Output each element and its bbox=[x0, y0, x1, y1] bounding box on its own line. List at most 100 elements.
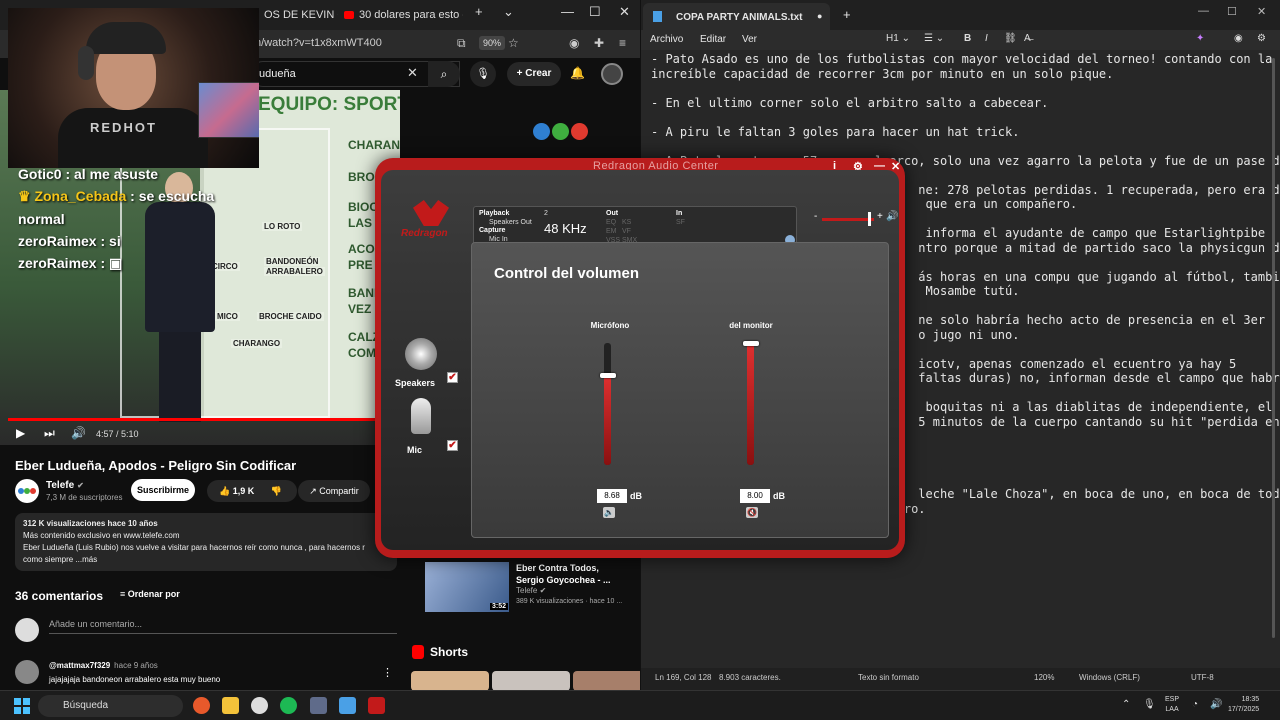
tray-chevron-icon[interactable]: ⌃ bbox=[1122, 699, 1130, 710]
search-icon[interactable]: ⌕ bbox=[428, 61, 460, 87]
menu-archivo[interactable]: Archivo bbox=[650, 34, 683, 45]
speaker-device-icon[interactable] bbox=[405, 338, 437, 370]
screen-icon[interactable]: ⧉ bbox=[457, 36, 466, 51]
video-progress-bar[interactable] bbox=[8, 418, 392, 421]
notepad-scrollbar[interactable] bbox=[1272, 58, 1275, 638]
maximize-icon[interactable]: ☐ bbox=[1227, 5, 1237, 18]
thumbs-down-icon[interactable]: 👎 bbox=[271, 486, 282, 496]
close-icon[interactable]: ✕ bbox=[1257, 5, 1266, 18]
extensions-icon[interactable]: ✚ bbox=[594, 36, 604, 50]
settings-gear-icon[interactable]: ⚙ bbox=[1257, 33, 1266, 44]
short-thumbnail[interactable] bbox=[573, 671, 640, 690]
browser-menu-icon[interactable]: ≡ bbox=[619, 36, 626, 50]
sort-comments-button[interactable]: ≡ Ordenar por bbox=[120, 589, 180, 599]
minimize-icon[interactable]: — bbox=[1198, 5, 1209, 17]
zoom-level[interactable]: 120% bbox=[1034, 673, 1054, 682]
recommended-title[interactable]: Eber Contra Todos, Sergio Goycochea - ..… bbox=[516, 562, 626, 586]
taskbar-search[interactable]: Búsqueda bbox=[38, 695, 183, 717]
notepad-tab-bar: COPA PARTY ANIMALS.txt ● + — ☐ ✕ bbox=[641, 0, 1280, 30]
mic-checkbox[interactable]: ✔ bbox=[447, 440, 458, 451]
next-icon[interactable]: ⏭ bbox=[44, 426, 55, 441]
menu-editar[interactable]: Editar bbox=[700, 34, 726, 45]
notifications-bell-icon[interactable]: 🔔 bbox=[570, 66, 585, 80]
new-tab-icon[interactable]: + bbox=[475, 4, 483, 19]
italic-icon[interactable]: I bbox=[985, 33, 988, 44]
master-volume-knob[interactable] bbox=[867, 212, 871, 226]
comment-menu-icon[interactable]: ⋮ bbox=[382, 666, 393, 679]
channel-name[interactable]: Telefe ✔ bbox=[46, 480, 84, 491]
volume-icon[interactable]: 🔊 bbox=[1210, 699, 1222, 710]
url-field[interactable]: n/watch?v=t1x8xmWT400 bbox=[255, 37, 382, 49]
video-description[interactable]: 312 K visualizaciones hace 10 años Más c… bbox=[15, 513, 397, 571]
clear-format-icon[interactable]: A̶ bbox=[1024, 33, 1031, 44]
redragon-body: Redragon Playback Speakers Out Capture M… bbox=[381, 170, 899, 550]
copilot-icon[interactable]: ✦ bbox=[1196, 33, 1204, 44]
windows-start-icon[interactable] bbox=[14, 698, 30, 714]
profile-sync-icon[interactable]: ◉ bbox=[569, 36, 579, 50]
notepad-icon[interactable] bbox=[339, 697, 356, 714]
network-icon[interactable]: ◔ bbox=[1192, 699, 1198, 710]
microphone-fader-thumb[interactable] bbox=[600, 372, 616, 378]
obs-icon[interactable] bbox=[251, 697, 268, 714]
like-button[interactable]: 👍 1,9 K 👎 bbox=[207, 480, 297, 502]
firefox-icon[interactable] bbox=[193, 697, 210, 714]
chat-message: ♛ Zona_Cebada : se escucha bbox=[18, 188, 248, 205]
play-icon[interactable]: ▶ bbox=[16, 426, 25, 440]
microphone-mute-icon[interactable]: 🔈 bbox=[603, 507, 615, 518]
notepad-tab[interactable]: COPA PARTY ANIMALS.txt ● bbox=[643, 3, 830, 30]
share-button[interactable]: ↗ Compartir bbox=[298, 480, 370, 502]
clear-search-icon[interactable]: ✕ bbox=[407, 65, 418, 81]
zoom-indicator[interactable]: 90% bbox=[479, 36, 506, 50]
microphone-fader[interactable] bbox=[604, 343, 611, 465]
clock[interactable]: 18:35 17/7/2025 bbox=[1228, 695, 1259, 715]
short-thumbnail[interactable] bbox=[411, 671, 489, 690]
speakers-checkbox[interactable]: ✔ bbox=[447, 372, 458, 383]
account-avatar[interactable] bbox=[601, 63, 623, 85]
plus-icon[interactable]: + bbox=[877, 211, 883, 222]
commenter-avatar[interactable] bbox=[15, 660, 39, 684]
close-icon[interactable]: ✕ bbox=[619, 4, 630, 20]
user-avatar bbox=[15, 618, 39, 642]
app-icon[interactable] bbox=[310, 697, 327, 714]
browser-tab-2[interactable]: 30 dolares para esto - YouT bbox=[338, 4, 463, 26]
new-tab-icon[interactable]: + bbox=[843, 7, 851, 22]
voice-search-icon[interactable]: 🎙 bbox=[470, 61, 496, 87]
master-volume-slider[interactable]: - + 🔊 bbox=[806, 211, 898, 228]
redragon-icon[interactable] bbox=[368, 697, 385, 714]
maximize-icon[interactable]: ☐ bbox=[589, 4, 601, 20]
unsaved-dot-icon[interactable]: ● bbox=[817, 11, 822, 21]
tab-list-chevron-icon[interactable]: ⌄ bbox=[503, 4, 514, 20]
bold-icon[interactable]: B bbox=[964, 33, 971, 44]
subscribe-button[interactable]: Suscribirme bbox=[131, 479, 195, 501]
minus-icon[interactable]: - bbox=[814, 211, 817, 222]
monitor-fader[interactable] bbox=[747, 343, 754, 465]
like-count: 1,9 K bbox=[232, 486, 255, 496]
bookmark-star-icon[interactable]: ☆ bbox=[508, 36, 519, 50]
list-icon[interactable]: ☰ ⌄ bbox=[924, 33, 944, 44]
volume-control-panel: Control del volumen Micrófono 8.68 dB 🔈 … bbox=[471, 242, 889, 538]
file-explorer-icon[interactable] bbox=[222, 697, 239, 714]
minimize-icon[interactable]: — bbox=[561, 4, 574, 19]
microphone-icon[interactable]: 🎙 bbox=[1143, 699, 1156, 710]
short-thumbnail[interactable] bbox=[492, 671, 570, 690]
speakers-out-label: Speakers Out bbox=[489, 219, 532, 226]
language-indicator[interactable]: ESP LAA bbox=[1165, 695, 1179, 715]
microphone-device-icon[interactable] bbox=[411, 398, 431, 434]
chat-text: : al me asuste bbox=[65, 166, 159, 182]
comment-input[interactable]: Añade un comentario... bbox=[49, 619, 397, 634]
monitor-fader-thumb[interactable] bbox=[743, 341, 759, 346]
comment-author[interactable]: @mattmax7f329 hace 9 años bbox=[49, 661, 158, 670]
monitor-db-input[interactable]: 8.00 bbox=[740, 489, 770, 503]
link-icon[interactable]: ⛓ bbox=[1004, 33, 1017, 44]
account-icon[interactable]: ◉ bbox=[1234, 33, 1243, 44]
create-button[interactable]: + Crear bbox=[507, 62, 561, 86]
heading-dropdown[interactable]: H1 ⌄ bbox=[886, 33, 910, 44]
monitor-mute-icon[interactable]: 🔇 bbox=[746, 507, 758, 518]
browser-tab-1[interactable]: OS DE KEVIN C bbox=[258, 4, 338, 26]
spotify-icon[interactable] bbox=[280, 697, 297, 714]
menu-ver[interactable]: Ver bbox=[742, 34, 757, 45]
speaker-icon[interactable]: 🔊 bbox=[886, 211, 898, 222]
microphone-db-input[interactable]: 8.68 bbox=[597, 489, 627, 503]
channel-avatar[interactable] bbox=[15, 479, 39, 503]
volume-icon[interactable]: 🔊 bbox=[71, 426, 86, 440]
